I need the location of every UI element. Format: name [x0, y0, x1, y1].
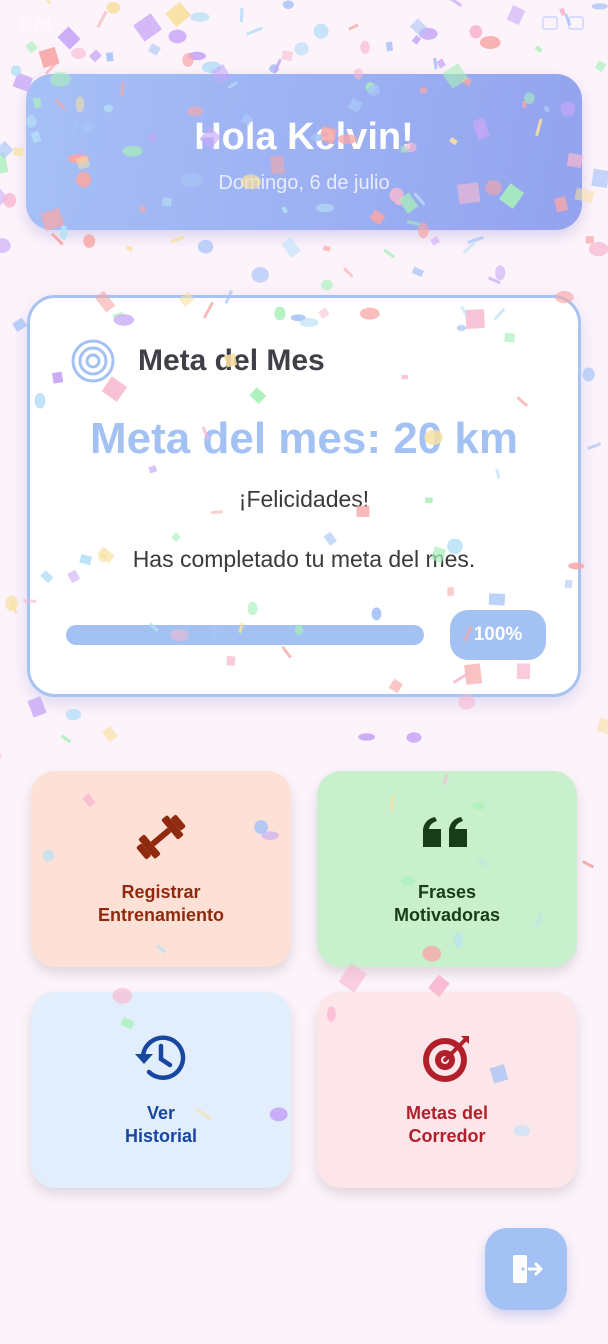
confetti-piece — [322, 245, 331, 252]
quote-icon — [423, 817, 467, 847]
confetti-piece — [338, 963, 367, 993]
confetti-piece — [44, 62, 58, 75]
confetti-piece — [406, 732, 422, 743]
confetti-piece — [585, 236, 594, 244]
confetti-piece — [587, 442, 602, 451]
greeting-header: Hola Kelvin! Domingo, 6 de julio — [26, 74, 582, 230]
confetti-piece — [596, 717, 608, 735]
confetti-piece — [436, 58, 447, 69]
progress-percent-badge: 100% — [450, 610, 546, 660]
confetti-piece — [65, 708, 82, 721]
confetti-piece — [197, 239, 214, 254]
status-bar: 0:28 — [0, 0, 608, 52]
goal-complete-message: Has completado tu meta del mes. — [132, 546, 476, 572]
current-date: Domingo, 6 de julio — [218, 172, 390, 194]
view-history-button[interactable]: Ver Historial — [31, 992, 291, 1188]
motivational-quotes-label: Frases Motivadoras — [393, 882, 501, 925]
confetti-piece — [101, 725, 118, 743]
confetti-piece — [342, 267, 354, 278]
view-history-label: Ver Historial — [124, 1103, 198, 1146]
runner-goals-button[interactable]: Metas del Corredor — [317, 992, 577, 1188]
confetti-piece — [187, 51, 206, 61]
confetti-piece — [3, 192, 17, 208]
confetti-piece — [10, 65, 22, 77]
goal-value-text: Meta del mes: 20 km — [90, 414, 518, 463]
confetti-piece — [0, 743, 2, 759]
confetti-piece — [106, 52, 114, 62]
confetti-piece — [358, 733, 376, 741]
confetti-piece — [13, 147, 24, 157]
confetti-piece — [495, 265, 506, 281]
confetti-piece — [411, 266, 425, 278]
confetti-piece — [0, 152, 9, 176]
confetti-piece — [462, 240, 477, 254]
status-time: 0:28 — [20, 16, 52, 33]
confetti-piece — [50, 232, 64, 246]
confetti-piece — [0, 188, 9, 206]
logout-button[interactable] — [485, 1228, 567, 1310]
confetti-piece — [433, 57, 438, 70]
status-icons — [542, 16, 584, 30]
target-icon — [71, 339, 115, 383]
confetti-piece — [83, 234, 96, 248]
register-training-label: Registrar Entrenamiento — [97, 882, 225, 925]
bullseye-icon — [423, 1036, 469, 1082]
confetti-piece — [467, 236, 484, 244]
runner-goals-label: Metas del Corredor — [405, 1103, 489, 1146]
greeting-title: Hola Kelvin! — [194, 116, 414, 158]
confetti-piece — [182, 53, 194, 67]
goal-progress-bar — [66, 625, 424, 645]
confetti-piece — [321, 279, 333, 291]
register-training-button[interactable]: Registrar Entrenamiento — [31, 771, 291, 967]
confetti-piece — [5, 595, 19, 612]
dumbbell-icon — [136, 814, 186, 860]
confetti-piece — [281, 237, 301, 258]
confetti-piece — [594, 60, 607, 73]
monthly-goal-card: Meta del Mes Meta del mes: 20 km ¡Felici… — [27, 295, 581, 697]
logout-icon — [513, 1255, 543, 1283]
confetti-piece — [591, 168, 608, 189]
confetti-piece — [588, 241, 608, 257]
confetti-piece — [27, 696, 47, 718]
confetti-piece — [251, 267, 269, 283]
goal-card-title: Meta del Mes — [138, 344, 325, 377]
wifi-icon — [542, 16, 558, 30]
confetti-piece — [170, 235, 185, 244]
confetti-piece — [487, 276, 501, 285]
confetti-piece — [12, 317, 28, 332]
confetti-piece — [0, 238, 11, 254]
confetti-piece — [272, 58, 282, 74]
confetti-piece — [430, 235, 441, 246]
battery-icon — [568, 16, 584, 30]
congrats-text: ¡Felicidades! — [238, 486, 370, 512]
confetti-piece — [0, 140, 14, 159]
history-icon — [135, 1035, 186, 1080]
motivational-quotes-button[interactable]: Frases Motivadoras — [317, 771, 577, 967]
confetti-piece — [582, 367, 595, 382]
confetti-piece — [126, 245, 133, 252]
confetti-piece — [581, 859, 595, 869]
confetti-piece — [201, 61, 222, 74]
goal-progress-fill — [66, 625, 424, 645]
confetti-piece — [60, 734, 72, 744]
confetti-piece — [269, 64, 279, 74]
confetti-piece — [383, 248, 396, 259]
confetti-piece — [10, 601, 18, 615]
